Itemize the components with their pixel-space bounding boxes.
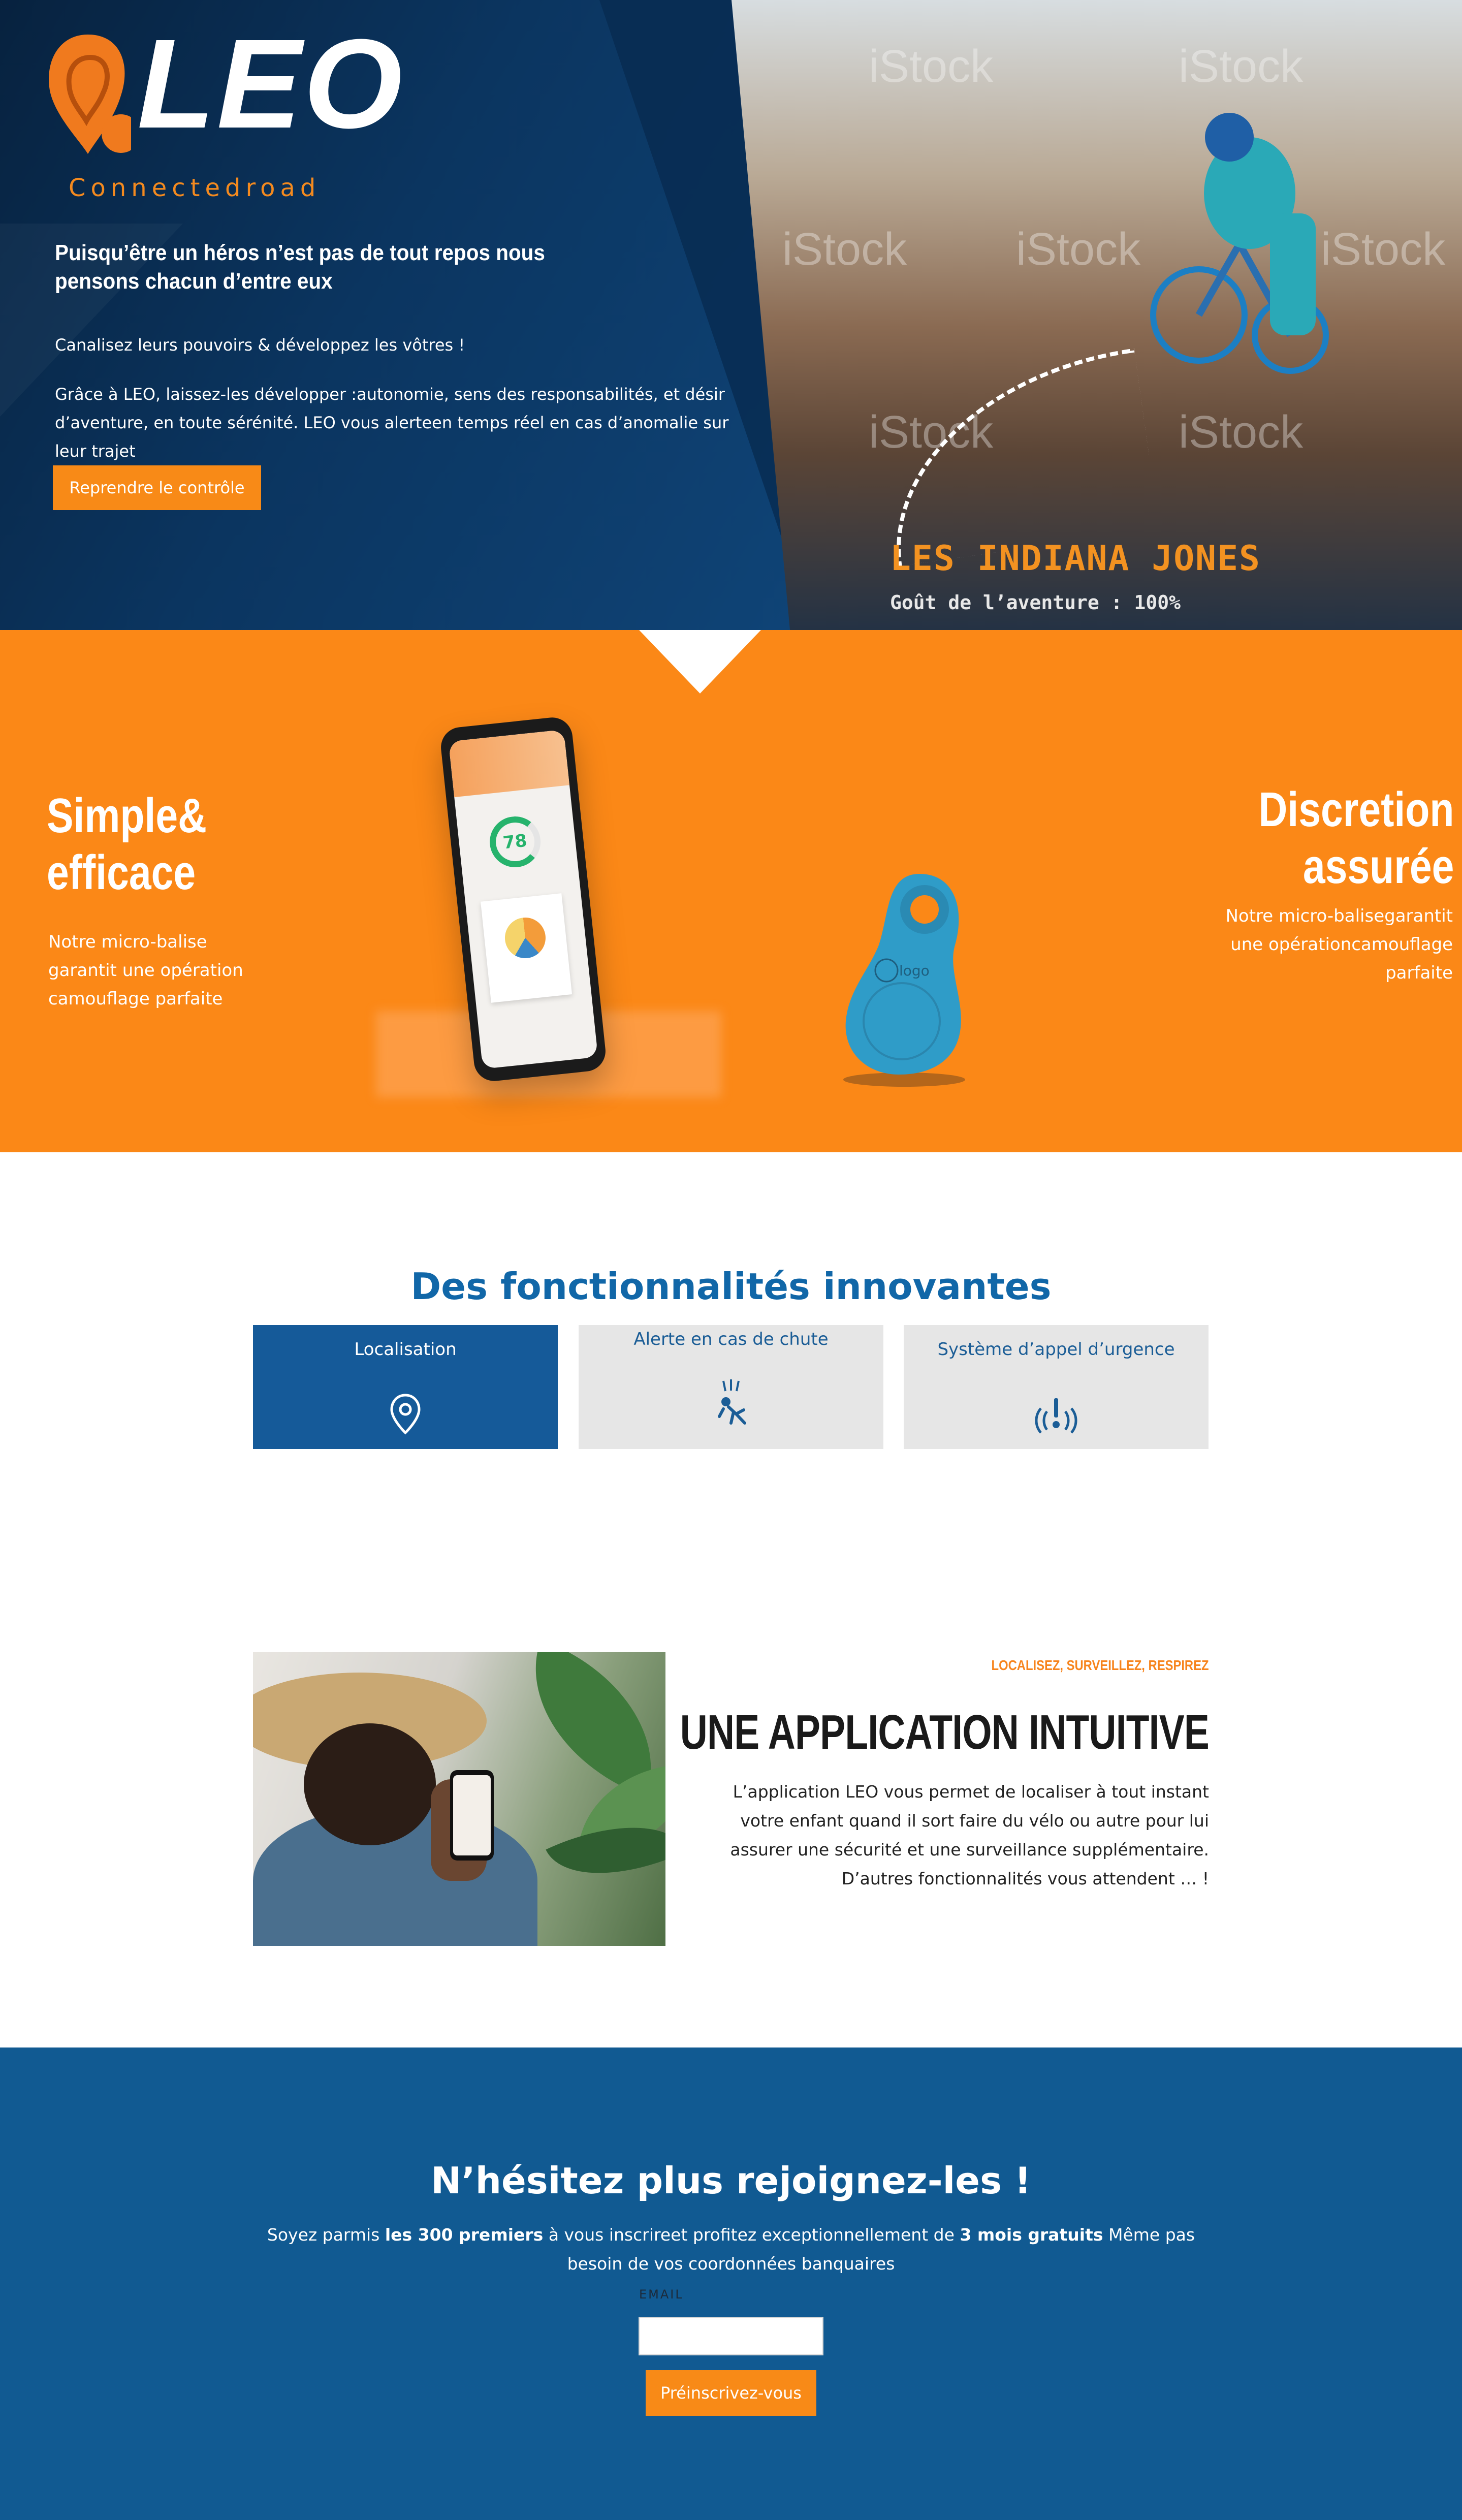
discretion-text: Notre micro-balisegarantit une opération…: [1225, 906, 1453, 983]
score-value: 78: [502, 830, 528, 854]
title-line: efficace: [47, 845, 196, 900]
feature-card-label: Alerte en cas de chute: [633, 1329, 829, 1349]
feature-card-fall-alert[interactable]: Alerte en cas de chute: [579, 1325, 883, 1449]
phone-map-screen: [453, 1775, 491, 1855]
stats-card: [481, 893, 573, 1003]
functions-title: Des fonctionnalités innovantes: [410, 1265, 1052, 1308]
signup-highlight-first-300: les 300 premiers: [385, 2225, 544, 2245]
hero-headline: Puisqu’être un héros n’est pas de tout r…: [55, 240, 545, 294]
email-field[interactable]: [639, 2317, 823, 2355]
app-header-bar: [448, 729, 570, 798]
section-notch: [639, 630, 761, 694]
logo-tagline: Connectedroad: [69, 174, 321, 202]
app-kicker: LOCALISEZ, SURVEILLEZ, RESPIREZ: [991, 1657, 1209, 1673]
feature-card-label: Localisation: [354, 1339, 457, 1360]
micro-beacon-image: logo: [843, 874, 965, 1087]
phone-in-hand: [450, 1770, 494, 1861]
title-line: Simple&: [47, 789, 207, 843]
simple-efficace-title: Simple& efficace: [47, 788, 207, 901]
hero-tagline: Canalisez leurs pouvoirs & développez le…: [55, 335, 465, 355]
fall-alert-icon: [718, 1379, 746, 1425]
app-usage-photo: [253, 1652, 665, 1946]
beacon-logo-text: logo: [899, 962, 930, 979]
signup-text-part: Soyez parmis: [267, 2225, 385, 2245]
feature-card-localisation[interactable]: Localisation: [253, 1325, 558, 1449]
hero-image: iStock iStock iStock iStock iStock iStoc…: [732, 0, 1462, 630]
hero-image-overlay-subtitle: Goût de l’aventure : 100%: [890, 591, 1181, 614]
email-label: EMAIL: [639, 2287, 684, 2302]
cyclist-illustration: [1150, 113, 1329, 374]
watermark: iStock: [782, 224, 907, 275]
signup-highlight-free-months: 3 mois gratuits: [960, 2225, 1103, 2245]
watermark: iStock: [1179, 41, 1304, 92]
app-description: L’application LEO vous permet de localis…: [730, 1782, 1209, 1888]
watermark: iStock: [1016, 224, 1141, 275]
phone-screen: 78: [448, 729, 598, 1069]
watermark: iStock: [1179, 407, 1304, 458]
emergency-call-icon: [1035, 1398, 1077, 1434]
logo-mark-icon: [49, 35, 131, 154]
regain-control-button[interactable]: Reprendre le contrôle: [53, 465, 261, 510]
pie-chart-icon: [503, 916, 548, 960]
features-highlight-section: [0, 630, 1462, 1152]
title-line: Discretion: [1258, 782, 1454, 837]
title-line: assurée: [1302, 839, 1454, 894]
discretion-title: Discretion assurée: [1258, 781, 1454, 895]
person-head: [304, 1723, 436, 1845]
location-pin-icon: [390, 1394, 421, 1435]
simple-efficace-text: Notre micro-balise garantit une opératio…: [48, 932, 243, 1009]
preregister-button[interactable]: Préinscrivez-vous: [646, 2370, 816, 2416]
hero-image-overlay-title: LES INDIANA JONES: [890, 539, 1261, 579]
hero-section: iStock iStock iStock iStock iStock iStoc…: [0, 0, 1462, 630]
app-title: UNE APPLICATION INTUITIVE: [680, 1705, 1210, 1759]
watermark: iStock: [869, 41, 994, 92]
logo-text[interactable]: LEO: [137, 20, 404, 147]
signup-title: N’hésitez plus rejoignez-les !: [431, 2159, 1031, 2202]
signup-text: Soyez parmis les 300 premiers à vous ins…: [244, 2220, 1218, 2278]
feature-card-label: Système d’appel d’urgence: [937, 1339, 1175, 1360]
hero-body-text: Grâce à LEO, laissez-les développer :aut…: [55, 385, 729, 461]
feature-card-emergency-call[interactable]: Système d’appel d’urgence: [904, 1325, 1209, 1449]
signup-section: [0, 2048, 1462, 2520]
signup-text-part: à vous inscrireet profitez exceptionnell…: [543, 2225, 960, 2245]
